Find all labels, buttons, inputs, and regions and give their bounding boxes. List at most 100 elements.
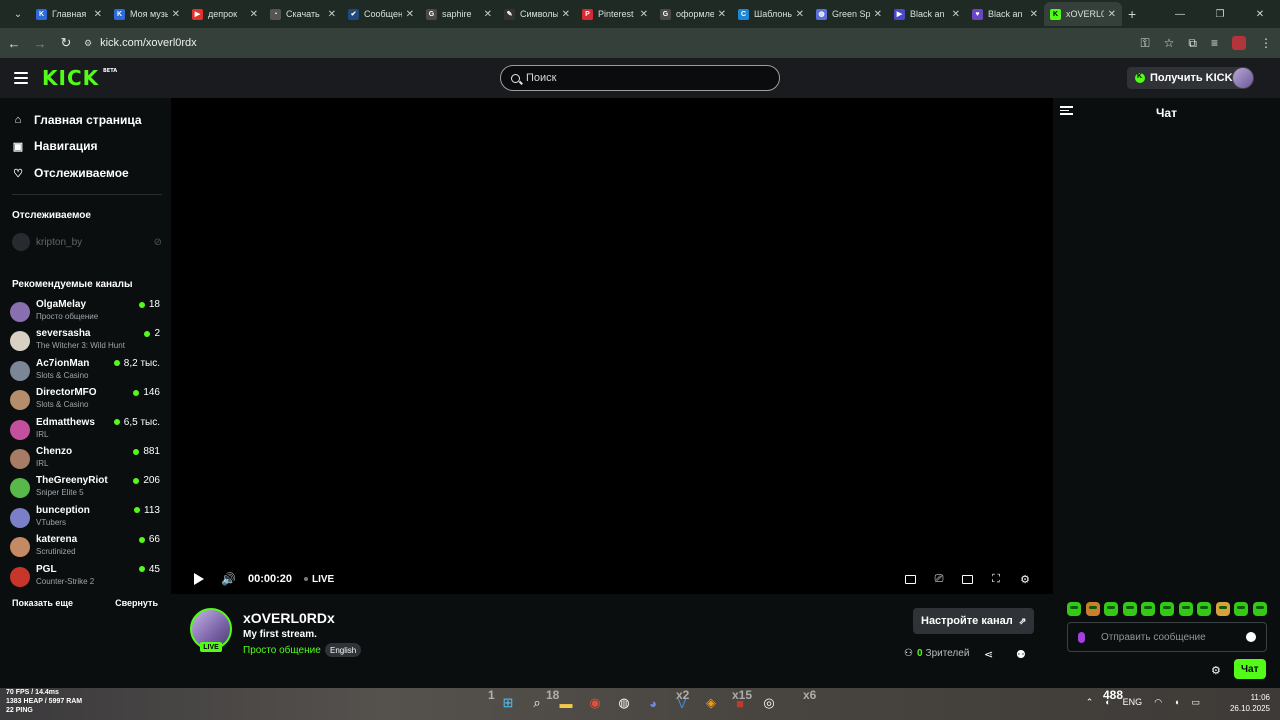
reading-list-icon[interactable]: ≡ xyxy=(1211,36,1218,50)
emote-icon[interactable] xyxy=(1085,602,1100,616)
recommended-channel[interactable]: katerena Scrutinized 66 xyxy=(10,533,160,561)
browser-tab[interactable]: K Главная ✕ xyxy=(30,2,108,26)
bookmark-star-icon[interactable]: ☆ xyxy=(1164,36,1175,50)
show-more-button[interactable]: Показать еще xyxy=(12,598,73,608)
wifi-icon[interactable]: ◠ xyxy=(1154,697,1162,708)
recommended-channel[interactable]: TheGreenyRiot Sniper Elite 5 206 xyxy=(10,474,160,502)
new-tab-button[interactable]: + xyxy=(1128,6,1136,22)
tray-chevron-icon[interactable]: ⌃ xyxy=(1086,697,1094,708)
language-indicator[interactable]: ENG xyxy=(1123,697,1143,708)
emote-icon[interactable] xyxy=(1252,602,1267,616)
search-bar[interactable] xyxy=(500,65,780,91)
emote-icon[interactable] xyxy=(1122,602,1137,616)
recommended-channel[interactable]: Edmatthews IRL 6,5 тыс. xyxy=(10,416,160,444)
browser-tab[interactable]: C Шаблоны ✕ xyxy=(732,2,810,26)
extensions-icon[interactable]: ⧉ xyxy=(1188,36,1197,51)
browser-tab[interactable]: ◍ Green Sp ✕ xyxy=(810,2,888,26)
recommended-channel[interactable]: bunception VTubers 113 xyxy=(10,504,160,532)
kick-logo[interactable]: KICK BETA xyxy=(42,66,117,90)
file-explorer-icon[interactable]: ▬ xyxy=(556,693,576,713)
menu-icon[interactable] xyxy=(14,72,28,84)
recommended-channel[interactable]: DirectorMFO Slots & Casino 146 xyxy=(10,386,160,414)
tab-close-icon[interactable]: ✕ xyxy=(952,9,960,20)
theatre-mode-icon[interactable] xyxy=(962,574,973,584)
tab-close-icon[interactable]: ✕ xyxy=(406,9,414,20)
user-avatar[interactable] xyxy=(1232,67,1254,89)
browser-tab[interactable]: P Pinterest ✕ xyxy=(576,2,654,26)
site-info-icon[interactable]: ⚙ xyxy=(84,38,92,49)
browser-tab[interactable]: ✔ Сообщения ✕ xyxy=(342,2,420,26)
volume-icon[interactable]: ◖ xyxy=(1174,697,1179,708)
tab-close-icon[interactable]: ✕ xyxy=(172,9,180,20)
key-icon[interactable]: ⚿ xyxy=(1141,36,1150,51)
browser-tab[interactable]: Gsaphire ✕ xyxy=(420,2,498,26)
browser-tab[interactable]: K Моя музыка ✕ xyxy=(108,2,186,26)
pip-icon[interactable] xyxy=(905,574,916,584)
get-kicks-button[interactable]: Получить KICKs xyxy=(1127,67,1247,89)
search-icon[interactable]: ⌕ xyxy=(527,693,547,713)
channel-name[interactable]: xOVERL0RDx xyxy=(243,610,335,626)
discord-icon[interactable]: ◕ xyxy=(643,693,663,713)
language-tag[interactable]: English xyxy=(325,643,362,657)
followed-channel[interactable]: kripton_by ⊘ xyxy=(12,232,162,252)
nav-browse[interactable]: ▣ Навигация xyxy=(12,137,98,155)
browser-tab[interactable]: KxOVERL0 ✕ xyxy=(1044,2,1122,26)
tab-close-icon[interactable]: ✕ xyxy=(796,9,804,20)
chrome-icon[interactable]: ◉ xyxy=(585,693,605,713)
close-window-button[interactable]: ✕ xyxy=(1240,0,1280,28)
chat-send-button[interactable]: Чат xyxy=(1234,659,1266,679)
browser-tab[interactable]: ✎ Символы ✕ xyxy=(498,2,576,26)
recommended-channel[interactable]: OlgaMelay Просто общение 18 xyxy=(10,298,160,326)
emote-icon[interactable] xyxy=(1197,602,1212,616)
windows-start-icon[interactable]: ⊞ xyxy=(498,693,518,713)
browser-tab[interactable]: ♥ Black an ✕ xyxy=(966,2,1044,26)
maximize-button[interactable]: ❐ xyxy=(1200,0,1240,28)
vpn-icon[interactable]: ◐ xyxy=(1105,697,1110,708)
minimize-button[interactable]: — xyxy=(1160,0,1200,28)
browser-tab[interactable]: ▶ Black an ✕ xyxy=(888,2,966,26)
volume-icon[interactable]: 🔊 xyxy=(221,572,236,586)
profile-icon[interactable] xyxy=(1232,36,1246,50)
emote-icon[interactable] xyxy=(1141,602,1156,616)
emote-icon[interactable] xyxy=(1215,602,1230,616)
share-icon[interactable]: ⋖ xyxy=(984,648,993,661)
url-field[interactable]: ⚙ kick.com/xoverl0rdx xyxy=(84,32,1144,54)
tab-close-icon[interactable]: ✕ xyxy=(484,9,492,20)
tab-close-icon[interactable]: ✕ xyxy=(94,9,102,20)
tab-close-icon[interactable]: ✕ xyxy=(562,9,570,20)
follow-user-icon[interactable]: ⚉ xyxy=(1016,648,1026,661)
obs-icon[interactable]: ◎ xyxy=(759,693,779,713)
emoji-icon[interactable] xyxy=(1246,632,1256,642)
steam-icon[interactable]: ◍ xyxy=(614,693,634,713)
tab-close-icon[interactable]: ✕ xyxy=(874,9,882,20)
emote-icon[interactable] xyxy=(1104,602,1119,616)
browser-tab[interactable]: Gоформление ✕ xyxy=(654,2,732,26)
clip-icon[interactable]: ⎚ xyxy=(933,573,945,585)
settings-gear-icon[interactable]: ⚙ xyxy=(1019,573,1031,586)
recommended-channel[interactable]: seversasha The Witcher 3: Wild Hunt 2 xyxy=(10,327,160,355)
vscode-icon[interactable]: V xyxy=(672,693,692,713)
tab-close-icon[interactable]: ✕ xyxy=(328,9,336,20)
search-input[interactable] xyxy=(526,72,756,84)
video-player[interactable]: 🔊 00:00:20 LIVE ⎚ ⛶ ⚙ xyxy=(171,98,1053,594)
setup-channel-button[interactable]: Настройте канал ⇗ xyxy=(913,608,1035,634)
browser-menu-icon[interactable]: ⋮ xyxy=(1260,36,1272,50)
tab-search-button[interactable]: ⌄ xyxy=(6,4,30,24)
tab-close-icon[interactable]: ✕ xyxy=(1108,9,1116,20)
chat-settings-icon[interactable]: ⚙ xyxy=(1211,664,1221,677)
app-icon[interactable]: ■ xyxy=(730,693,750,713)
fullscreen-icon[interactable]: ⛶ xyxy=(990,573,1002,585)
chat-message-input[interactable] xyxy=(1101,631,1241,643)
emote-icon[interactable] xyxy=(1178,602,1193,616)
reload-button[interactable]: ↻ xyxy=(54,31,78,55)
stream-category[interactable]: Просто общение xyxy=(243,645,321,656)
recommended-channel[interactable]: Ac7ionMan Slots & Casino 8,2 тыс. xyxy=(10,357,160,385)
browser-tab[interactable]: ▶ депрок ✕ xyxy=(186,2,264,26)
emote-icon[interactable] xyxy=(1159,602,1174,616)
tab-close-icon[interactable]: ✕ xyxy=(640,9,648,20)
tab-close-icon[interactable]: ✕ xyxy=(1030,9,1038,20)
back-button[interactable]: ← xyxy=(2,31,26,55)
nav-following[interactable]: ♡ Отслеживаемое xyxy=(12,164,129,182)
microphone-icon[interactable] xyxy=(1078,631,1085,643)
play-icon[interactable] xyxy=(193,573,205,585)
